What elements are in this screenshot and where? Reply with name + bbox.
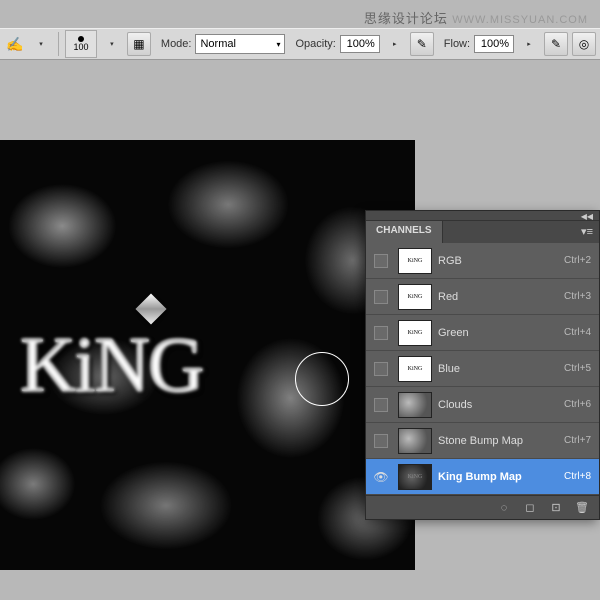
collapse-icon[interactable]: ◀◀ xyxy=(581,212,593,221)
channel-thumbnail: KiNG xyxy=(398,284,432,310)
channel-thumbnail: KiNG xyxy=(398,464,432,490)
king-text-layer: KiNG xyxy=(20,320,203,410)
channel-row[interactable]: KiNG RedCtrl+3 xyxy=(366,279,599,315)
visibility-toggle[interactable]: 👁 xyxy=(370,470,392,484)
brush-tool-icon[interactable]: ✍ xyxy=(4,33,26,55)
panel-drag-handle[interactable]: ◀◀ xyxy=(366,211,599,221)
delete-channel-icon[interactable]: 🗑 xyxy=(575,501,589,515)
channel-shortcut: Ctrl+3 xyxy=(564,291,591,302)
opacity-label: Opacity: xyxy=(295,38,335,50)
opacity-flyout[interactable]: ▸ xyxy=(384,33,406,55)
opacity-input[interactable]: 100% xyxy=(340,35,380,53)
tablet-size-icon[interactable]: ◎ xyxy=(572,32,596,56)
channel-name: Clouds xyxy=(438,399,564,411)
channel-row[interactable]: KiNG GreenCtrl+4 xyxy=(366,315,599,351)
flow-label: Flow: xyxy=(444,38,470,50)
channel-name: Stone Bump Map xyxy=(438,435,564,447)
visibility-toggle[interactable] xyxy=(370,290,392,304)
channel-thumbnail: KiNG xyxy=(398,428,432,454)
tablet-opacity-icon[interactable]: ✎ xyxy=(410,32,434,56)
tool-preset-dropdown[interactable]: ▾ xyxy=(30,33,52,55)
channel-row[interactable]: KiNG CloudsCtrl+6 xyxy=(366,387,599,423)
channel-name: Red xyxy=(438,291,564,303)
eye-empty xyxy=(374,254,388,268)
channels-panel: ◀◀ CHANNELS ▾≡ KiNGRGBCtrl+2KiNGRedCtrl+… xyxy=(365,210,600,520)
visibility-toggle[interactable] xyxy=(370,434,392,448)
eye-icon: 👁 xyxy=(373,470,388,484)
eye-empty xyxy=(374,290,388,304)
visibility-toggle[interactable] xyxy=(370,254,392,268)
channel-row[interactable]: KiNG BlueCtrl+5 xyxy=(366,351,599,387)
blend-mode-select[interactable]: Normal ▾ xyxy=(195,34,285,54)
panel-tab-bar: CHANNELS ▾≡ xyxy=(366,221,599,243)
brush-preset-picker[interactable]: 100 xyxy=(65,30,97,58)
channel-shortcut: Ctrl+2 xyxy=(564,255,591,266)
brush-size-value: 100 xyxy=(73,42,88,52)
channel-row[interactable]: KiNG RGBCtrl+2 xyxy=(366,243,599,279)
panel-footer: ◌ ◻ ⊡ 🗑 xyxy=(366,495,599,519)
separator xyxy=(58,32,59,56)
mode-label: Mode: xyxy=(161,38,192,50)
channel-row[interactable]: 👁 KiNG King Bump MapCtrl+8 xyxy=(366,459,599,495)
channel-shortcut: Ctrl+4 xyxy=(564,327,591,338)
channel-thumbnail: KiNG xyxy=(398,320,432,346)
visibility-toggle[interactable] xyxy=(370,362,392,376)
chevron-down-icon: ▾ xyxy=(276,40,280,49)
watermark: 思缘设计论坛 WWW.MISSYUAN.COM xyxy=(364,8,588,27)
channel-row[interactable]: KiNG Stone Bump MapCtrl+7 xyxy=(366,423,599,459)
options-bar: ✍ ▾ 100 ▾ ▦ Mode: Normal ▾ Opacity: 100%… xyxy=(0,28,600,60)
brush-cursor xyxy=(295,352,349,406)
flow-flyout[interactable]: ▸ xyxy=(518,33,540,55)
panel-menu-icon[interactable]: ▾≡ xyxy=(575,221,599,243)
eye-empty xyxy=(374,362,388,376)
channel-thumbnail: KiNG xyxy=(398,392,432,418)
document-canvas[interactable]: KiNG xyxy=(0,140,415,570)
airbrush-icon[interactable]: ✎ xyxy=(544,32,568,56)
blend-mode-value: Normal xyxy=(200,38,235,50)
channel-thumbnail: KiNG xyxy=(398,248,432,274)
visibility-toggle[interactable] xyxy=(370,326,392,340)
channel-name: RGB xyxy=(438,255,564,267)
load-selection-icon[interactable]: ◌ xyxy=(497,501,511,515)
channel-shortcut: Ctrl+8 xyxy=(564,471,591,482)
channel-thumbnail: KiNG xyxy=(398,356,432,382)
save-selection-icon[interactable]: ◻ xyxy=(523,501,537,515)
channel-name: King Bump Map xyxy=(438,471,564,483)
eye-empty xyxy=(374,434,388,448)
channel-shortcut: Ctrl+6 xyxy=(564,399,591,410)
eye-empty xyxy=(374,326,388,340)
brush-panel-toggle[interactable]: ▦ xyxy=(127,32,151,56)
brush-dropdown[interactable]: ▾ xyxy=(101,33,123,55)
channel-name: Blue xyxy=(438,363,564,375)
channel-shortcut: Ctrl+7 xyxy=(564,435,591,446)
channel-list: KiNGRGBCtrl+2KiNGRedCtrl+3KiNGGreenCtrl+… xyxy=(366,243,599,495)
new-channel-icon[interactable]: ⊡ xyxy=(549,501,563,515)
channel-shortcut: Ctrl+5 xyxy=(564,363,591,374)
eye-empty xyxy=(374,398,388,412)
channel-name: Green xyxy=(438,327,564,339)
flow-input[interactable]: 100% xyxy=(474,35,514,53)
visibility-toggle[interactable] xyxy=(370,398,392,412)
tab-channels[interactable]: CHANNELS xyxy=(366,221,443,243)
